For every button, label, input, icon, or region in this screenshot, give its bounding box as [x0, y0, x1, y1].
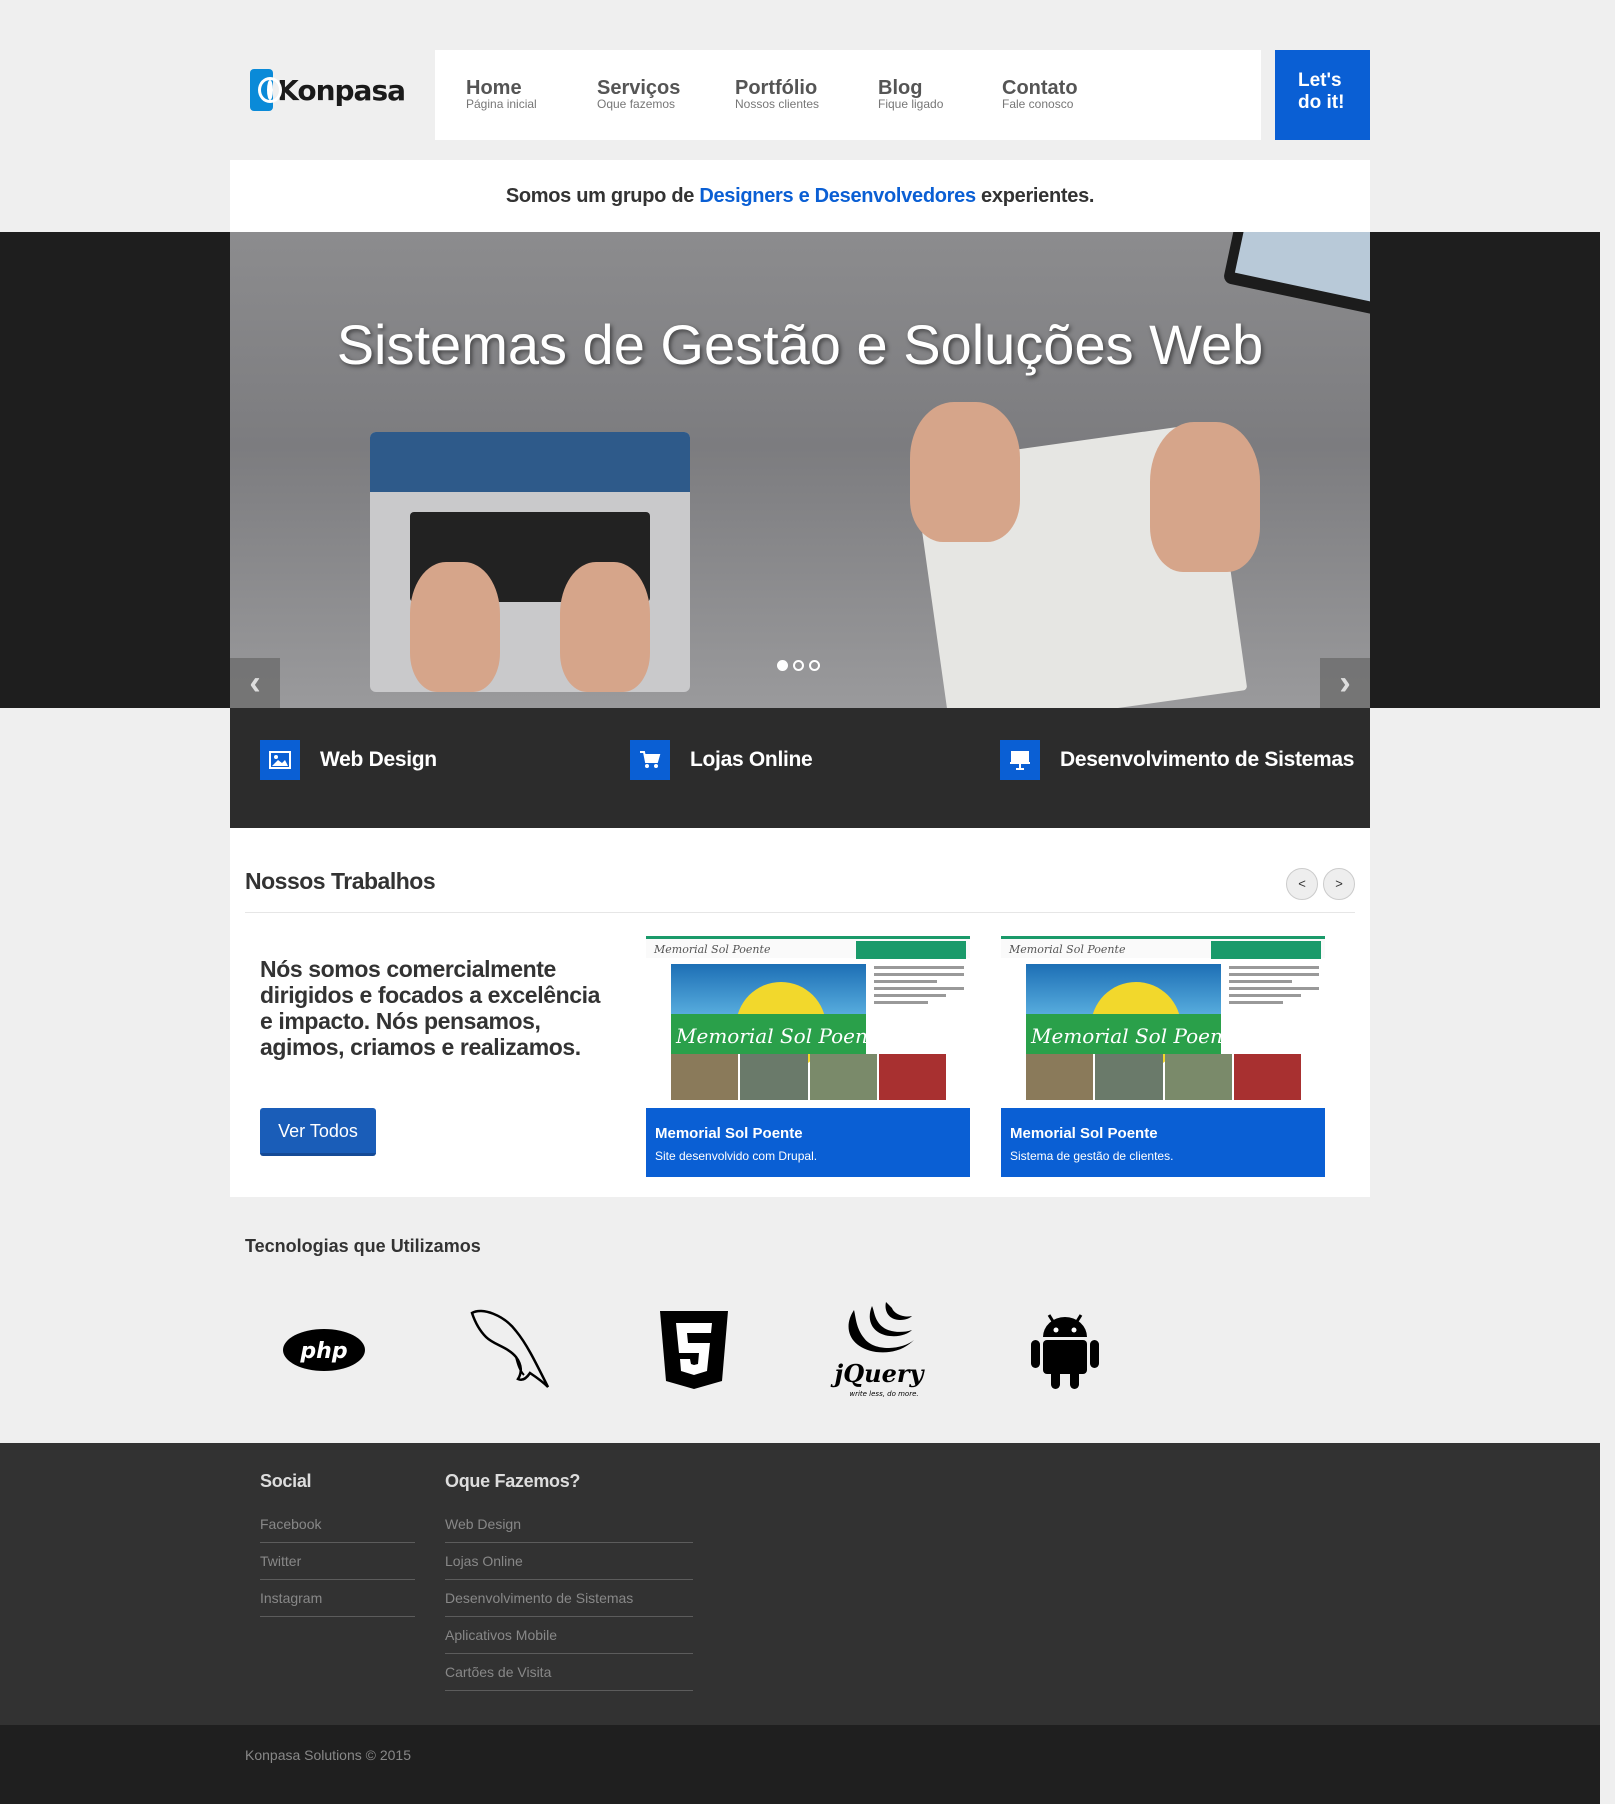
- slider-dot[interactable]: [793, 660, 804, 671]
- slider-dot[interactable]: [777, 660, 788, 671]
- nav-label: Blog: [878, 77, 923, 99]
- chevron-right-icon: ›: [1339, 664, 1351, 702]
- nav-item-portfolio[interactable]: Portfólio Nossos clientes: [735, 78, 819, 111]
- works-prev-button[interactable]: <: [1286, 868, 1318, 900]
- footer-link-aplicativos[interactable]: Aplicativos Mobile: [445, 1617, 693, 1654]
- divider: [245, 912, 1355, 913]
- compass-icon: [250, 69, 282, 111]
- portfolio-desc: Site desenvolvido com Drupal.: [655, 1149, 818, 1163]
- cart-icon: [630, 740, 670, 780]
- footer-heading: Oque Fazemos?: [445, 1471, 581, 1491]
- portfolio-desc: Sistema de gestão de clientes.: [1010, 1149, 1174, 1163]
- works-intro-text: Nós somos comercialmente dirigidos e foc…: [260, 956, 601, 1060]
- services-band: Web Design Lojas Online Desenvolvimento …: [230, 708, 1370, 828]
- cta-line-2: do it!: [1298, 92, 1345, 113]
- brand-name: Konpasa: [277, 73, 406, 107]
- nav-label: Contato: [1002, 77, 1078, 99]
- bottom-bar: Konpasa Solutions © 2015: [0, 1725, 1600, 1804]
- php-logo: php: [274, 1300, 374, 1400]
- ver-todos-button[interactable]: Ver Todos: [260, 1108, 376, 1156]
- tagline-before: Somos um grupo de: [505, 185, 700, 207]
- portfolio-caption: Memorial Sol Poente Site desenvolvido co…: [646, 1108, 970, 1177]
- mysql-dolphin-logo: [459, 1300, 559, 1400]
- slider-dots: [777, 660, 820, 671]
- copyright: Konpasa Solutions © 2015: [245, 1747, 411, 1763]
- chevron-left-icon: ‹: [249, 664, 261, 702]
- nav-item-servicos[interactable]: Serviços Oque fazemos: [597, 78, 680, 111]
- slider-prev-button[interactable]: ‹: [230, 658, 280, 708]
- svg-text:php: php: [299, 1339, 347, 1364]
- hero-slider: Sistemas de Gestão e Soluções Web ‹ ›: [230, 232, 1370, 708]
- svg-text:write less, do more.: write less, do more.: [849, 1390, 918, 1398]
- footer-link-cartoes[interactable]: Cartões de Visita: [445, 1654, 693, 1691]
- hand-image: [1150, 422, 1260, 572]
- nav-item-home[interactable]: Home Página inicial: [466, 78, 537, 111]
- tagline: Somos um grupo de Designers e Desenvolve…: [230, 160, 1370, 232]
- jquery-logo: jQuery write less, do more.: [824, 1300, 934, 1400]
- service-label: Lojas Online: [690, 748, 813, 771]
- footer-services: Oque Fazemos? Web Design Lojas Online De…: [445, 1471, 693, 1691]
- hero-title: Sistemas de Gestão e Soluções Web: [336, 313, 1264, 376]
- nav-label: Home: [466, 77, 522, 99]
- works-title: Nossos Trabalhos: [245, 868, 436, 894]
- nav-item-blog[interactable]: Blog Fique ligado: [878, 78, 943, 111]
- android-logo: [1015, 1300, 1115, 1400]
- nav-sublabel: Página inicial: [466, 97, 537, 111]
- svg-text:jQuery: jQuery: [831, 1359, 926, 1388]
- hand-image: [410, 562, 500, 692]
- brand-logo[interactable]: Konpasa: [250, 68, 406, 112]
- slider-dot[interactable]: [809, 660, 820, 671]
- footer-link-web-design[interactable]: Web Design: [445, 1506, 693, 1543]
- nav-item-contato[interactable]: Contato Fale conosco: [1002, 78, 1078, 111]
- portfolio-title: Memorial Sol Poente: [655, 1125, 803, 1142]
- portfolio-caption: Memorial Sol Poente Sistema de gestão de…: [1001, 1108, 1325, 1177]
- hand-image: [910, 402, 1020, 542]
- cta-line-1: Let's: [1298, 70, 1342, 91]
- footer-link-facebook[interactable]: Facebook: [260, 1506, 415, 1543]
- service-desenvolvimento[interactable]: Desenvolvimento de Sistemas: [1000, 740, 1354, 780]
- hand-image: [560, 562, 650, 692]
- main-nav: Home Página inicial Serviços Oque fazemo…: [435, 50, 1261, 140]
- service-web-design[interactable]: Web Design: [260, 740, 437, 780]
- nav-sublabel: Nossos clientes: [735, 97, 820, 111]
- nav-sublabel: Fale conosco: [1002, 97, 1074, 111]
- slider-next-button[interactable]: ›: [1320, 658, 1370, 708]
- service-label: Desenvolvimento de Sistemas: [1060, 748, 1355, 771]
- portfolio-thumbnail: Memorial Sol Poente Memorial Sol Poente: [646, 936, 970, 1106]
- image-icon: [260, 740, 300, 780]
- nav-sublabel: Oque fazemos: [597, 97, 676, 111]
- footer-heading: Social: [260, 1471, 312, 1491]
- nav-label: Serviços: [597, 77, 681, 99]
- footer-link-desenvolvimento[interactable]: Desenvolvimento de Sistemas: [445, 1580, 693, 1617]
- tagline-highlight: Designers e Desenvolvedores: [699, 185, 976, 207]
- service-label: Web Design: [320, 748, 437, 771]
- presentation-icon: [1000, 740, 1040, 780]
- lets-do-it-button[interactable]: Let's do it!: [1275, 50, 1370, 140]
- footer-link-instagram[interactable]: Instagram: [260, 1580, 415, 1617]
- portfolio-card[interactable]: Memorial Sol Poente Memorial Sol Poente …: [1001, 936, 1325, 1177]
- footer-link-twitter[interactable]: Twitter: [260, 1543, 415, 1580]
- portfolio-card[interactable]: Memorial Sol Poente Memorial Sol Poente …: [646, 936, 970, 1177]
- portfolio-thumbnail: Memorial Sol Poente Memorial Sol Poente: [1001, 936, 1325, 1106]
- footer-social: Social Facebook Twitter Instagram: [260, 1471, 415, 1617]
- service-lojas-online[interactable]: Lojas Online: [630, 740, 813, 780]
- tablet-image: [1222, 232, 1370, 320]
- nav-label: Portfólio: [735, 77, 818, 99]
- tech-title: Tecnologias que Utilizamos: [245, 1236, 481, 1256]
- footer: Social Facebook Twitter Instagram Oque F…: [0, 1443, 1600, 1725]
- nav-sublabel: Fique ligado: [878, 97, 944, 111]
- footer-link-lojas-online[interactable]: Lojas Online: [445, 1543, 693, 1580]
- works-section: Nossos Trabalhos < > Nós somos comercial…: [230, 828, 1370, 1197]
- portfolio-title: Memorial Sol Poente: [1010, 1125, 1158, 1142]
- works-next-button[interactable]: >: [1323, 868, 1355, 900]
- html5-logo: [644, 1300, 744, 1400]
- tagline-after: experientes.: [975, 185, 1095, 207]
